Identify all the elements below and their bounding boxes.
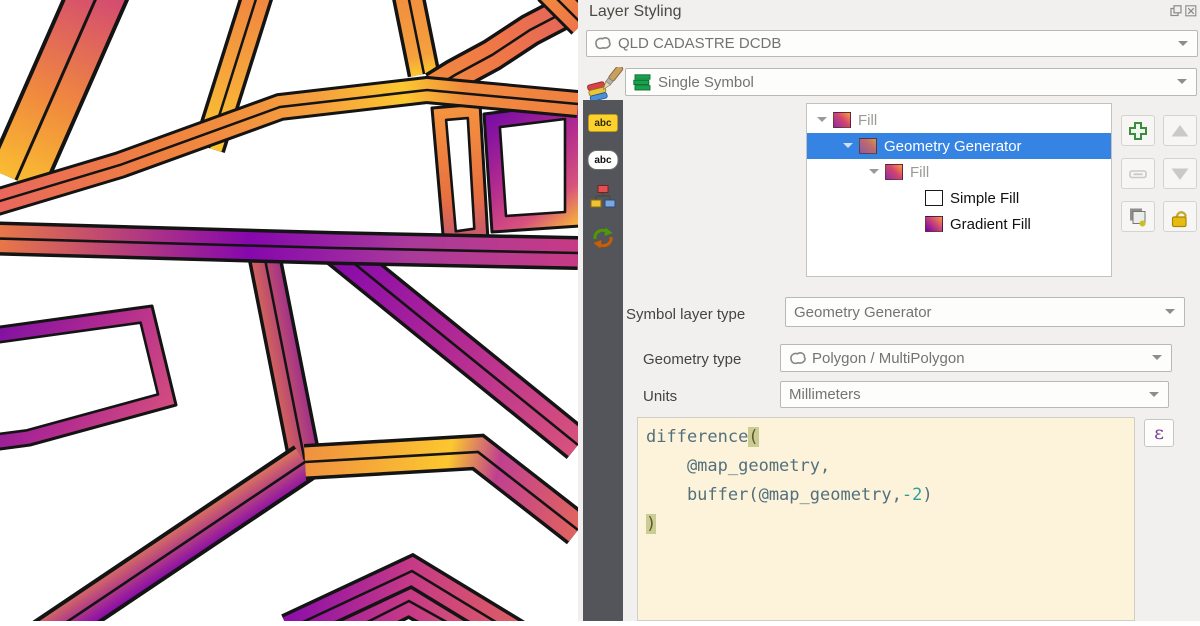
symbol-tree-row-fill[interactable]: Fill bbox=[807, 107, 1111, 133]
expression-builder-button[interactable]: ε bbox=[1144, 419, 1174, 447]
symbol-tree-row-geometry-generator[interactable]: Geometry Generator bbox=[807, 133, 1111, 159]
symbol-swatch bbox=[925, 190, 943, 206]
symbol-swatch bbox=[833, 112, 851, 128]
duplicate-symbol-layer-button[interactable] bbox=[1121, 201, 1155, 232]
epsilon-icon: ε bbox=[1154, 422, 1164, 444]
symbol-tree-row-gradient-fill[interactable]: Gradient Fill bbox=[807, 211, 1111, 237]
lock-color-button[interactable] bbox=[1163, 201, 1197, 232]
diagrams-icon bbox=[590, 184, 616, 210]
symbol-swatch bbox=[925, 216, 943, 232]
single-symbol-icon bbox=[633, 74, 652, 91]
cadastre-map bbox=[0, 0, 578, 621]
up-arrow-icon bbox=[1169, 120, 1191, 142]
geometry-type-label: Geometry type bbox=[643, 351, 741, 368]
chevron-down-icon bbox=[1177, 79, 1187, 89]
callouts-icon: abc bbox=[588, 150, 619, 170]
symbol-tree-row-simple-fill[interactable]: Simple Fill bbox=[807, 185, 1111, 211]
add-symbol-layer-button[interactable] bbox=[1121, 115, 1155, 146]
polygon-geometry-icon bbox=[788, 350, 808, 367]
expander-icon[interactable] bbox=[869, 169, 879, 179]
open-padlock-icon bbox=[1168, 205, 1192, 229]
chevron-down-icon bbox=[1178, 41, 1188, 51]
labels-icon: abc bbox=[588, 114, 618, 132]
history-undo-redo-icon bbox=[590, 224, 616, 252]
float-icon bbox=[1170, 5, 1182, 17]
remove-symbol-layer-button[interactable] bbox=[1121, 158, 1155, 189]
road-corridor-lower bbox=[0, 238, 578, 253]
diagrams-tab[interactable] bbox=[590, 184, 616, 215]
units-selector[interactable]: Millimeters bbox=[780, 381, 1169, 408]
callouts-tab[interactable]: abc bbox=[588, 150, 619, 170]
chevron-down-icon bbox=[1152, 355, 1162, 365]
expander-icon[interactable] bbox=[817, 117, 827, 127]
add-icon bbox=[1127, 120, 1149, 142]
close-panel-button[interactable] bbox=[1185, 5, 1197, 17]
float-panel-button[interactable] bbox=[1170, 5, 1182, 17]
move-down-button[interactable] bbox=[1163, 158, 1197, 189]
symbol-tree-row-fill[interactable]: Fill bbox=[807, 159, 1111, 185]
symbol-layer-type-value: Geometry Generator bbox=[794, 304, 932, 321]
code-line: buffer(@map_geometry,-2) bbox=[646, 481, 1126, 510]
styling-tab-strip: abc abc bbox=[583, 100, 623, 621]
symbol-layer-type-selector[interactable]: Geometry Generator bbox=[785, 297, 1185, 327]
layer-styling-panel: Layer Styling QLD CADASTRE DCDB bbox=[578, 0, 1200, 621]
symbol-mode-value: Single Symbol bbox=[658, 74, 754, 91]
chevron-down-icon bbox=[1165, 309, 1175, 319]
layer-selector-value: QLD CADASTRE DCDB bbox=[618, 35, 781, 52]
move-up-button[interactable] bbox=[1163, 115, 1197, 146]
code-line: ) bbox=[646, 510, 1126, 539]
polygon-layer-icon bbox=[593, 35, 613, 52]
down-arrow-icon bbox=[1169, 163, 1191, 185]
symbol-mode-selector[interactable]: Single Symbol bbox=[625, 68, 1197, 96]
symbol-layer-type-label: Symbol layer type bbox=[626, 306, 745, 323]
map-canvas[interactable] bbox=[0, 0, 578, 621]
parcel-rectangle-east bbox=[484, 102, 578, 232]
symbol-tree-row-label: Gradient Fill bbox=[950, 216, 1031, 233]
symbol-swatch bbox=[859, 138, 877, 154]
units-label: Units bbox=[643, 388, 677, 405]
geometry-type-value: Polygon / MultiPolygon bbox=[812, 350, 965, 367]
code-line: @map_geometry, bbox=[646, 452, 1126, 481]
symbol-tree-row-label: Geometry Generator bbox=[884, 138, 1022, 155]
geometry-type-selector[interactable]: Polygon / MultiPolygon bbox=[780, 344, 1172, 372]
road-nw-3 bbox=[405, 0, 424, 74]
geometry-expression-editor[interactable]: difference( @map_geometry, buffer(@map_g… bbox=[637, 417, 1135, 621]
labels-tab[interactable]: abc bbox=[588, 114, 618, 132]
symbol-layer-tree[interactable]: Fill Geometry Generator Fill Simple Fill Gra… bbox=[806, 103, 1112, 277]
chevron-down-icon bbox=[1149, 392, 1159, 402]
history-tab[interactable] bbox=[590, 224, 616, 257]
panel-title: Layer Styling bbox=[589, 3, 682, 21]
symbol-tree-row-label: Fill bbox=[858, 112, 877, 129]
symbol-swatch bbox=[885, 164, 903, 180]
duplicate-icon bbox=[1127, 206, 1149, 228]
layer-selector[interactable]: QLD CADASTRE DCDB bbox=[586, 30, 1198, 57]
remove-icon bbox=[1127, 163, 1149, 185]
close-icon bbox=[1185, 5, 1197, 17]
code-line: difference( bbox=[646, 423, 1126, 452]
symbol-tree-row-label: Fill bbox=[910, 164, 929, 181]
symbol-tree-row-label: Simple Fill bbox=[950, 190, 1019, 207]
expander-icon[interactable] bbox=[843, 143, 853, 153]
units-value: Millimeters bbox=[789, 386, 861, 403]
